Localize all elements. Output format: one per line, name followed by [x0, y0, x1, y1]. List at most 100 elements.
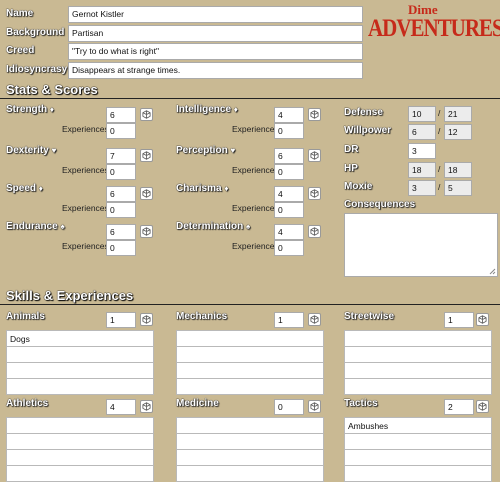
experience-slot[interactable] [176, 330, 324, 347]
creed-field[interactable]: "Try to do what is right" [68, 43, 363, 60]
experience-slot[interactable] [344, 378, 492, 395]
slash: / [438, 108, 441, 118]
endurance-value[interactable]: 6 [106, 224, 136, 240]
experience-slot[interactable] [6, 465, 154, 482]
skill-streetwise-value[interactable]: 1 [444, 312, 474, 328]
intelligence-label: Intelligence ♦ [176, 104, 238, 115]
experience-slot[interactable]: Ambushes [344, 417, 492, 434]
skill-mechanics-value[interactable]: 1 [274, 312, 304, 328]
dexterity-value[interactable]: 7 [106, 148, 136, 164]
moxie-value[interactable]: 3 [408, 180, 436, 196]
skill-athletics-label: Athletics [6, 398, 49, 409]
experience-slot[interactable] [176, 417, 324, 434]
determination-label: Determination ♠ [176, 221, 251, 232]
dice-icon[interactable] [308, 149, 321, 162]
charisma-experiences[interactable]: 0 [274, 202, 304, 218]
willpower-max: 12 [444, 124, 472, 140]
determination-experiences[interactable]: 0 [274, 240, 304, 256]
experience-slot[interactable] [6, 449, 154, 466]
dice-icon[interactable] [308, 225, 321, 238]
idiosyncrasy-field[interactable]: Disappears at strange times. [68, 62, 363, 79]
perception-value[interactable]: 6 [274, 148, 304, 164]
consequences-textarea[interactable] [344, 213, 498, 277]
perception-experiences[interactable]: 0 [274, 164, 304, 180]
defense-value[interactable]: 10 [408, 106, 436, 122]
suit-icon: ♦ [38, 184, 43, 193]
skill-athletics-value[interactable]: 4 [106, 399, 136, 415]
strength-label: Strength ♦ [6, 104, 54, 115]
experience-slot[interactable] [344, 449, 492, 466]
defense-label: Defense [344, 107, 383, 118]
dice-icon[interactable] [140, 149, 153, 162]
background-field[interactable]: Partisan [68, 25, 363, 42]
slash: / [438, 182, 441, 192]
strength-value[interactable]: 6 [106, 107, 136, 123]
charisma-label: Charisma ♦ [176, 183, 229, 194]
skills-heading: Skills & Experiences [6, 288, 134, 303]
skill-athletics-experiences [6, 417, 154, 482]
name-label: Name [6, 8, 34, 19]
experience-slot[interactable] [6, 417, 154, 434]
dice-icon[interactable] [476, 313, 489, 326]
willpower-label: Willpower [344, 125, 392, 136]
experience-slot[interactable] [6, 433, 154, 450]
stats-divider [0, 98, 500, 99]
moxie-max: 5 [444, 180, 472, 196]
dice-icon[interactable] [308, 400, 321, 413]
resize-grip-icon[interactable] [489, 268, 496, 275]
dice-icon[interactable] [308, 313, 321, 326]
defense-max: 21 [444, 106, 472, 122]
experience-slot[interactable] [176, 362, 324, 379]
dice-icon[interactable] [140, 313, 153, 326]
experience-slot[interactable] [176, 346, 324, 363]
intelligence-experiences[interactable]: 0 [274, 123, 304, 139]
dexterity-experiences[interactable]: 0 [106, 164, 136, 180]
experience-slot[interactable] [176, 378, 324, 395]
experience-slot[interactable] [344, 433, 492, 450]
creed-label: Creed [6, 45, 35, 56]
experience-slot[interactable] [176, 449, 324, 466]
hp-value[interactable]: 18 [408, 162, 436, 178]
skill-animals-value[interactable]: 1 [106, 312, 136, 328]
skill-tactics-value[interactable]: 2 [444, 399, 474, 415]
experience-slot[interactable] [344, 362, 492, 379]
speed-label: Speed ♦ [6, 183, 43, 194]
dice-icon[interactable] [140, 225, 153, 238]
experience-slot[interactable]: Dogs [6, 330, 154, 347]
experience-slot[interactable] [176, 433, 324, 450]
name-field[interactable]: Gernot Kistler [68, 6, 363, 23]
hp-max: 18 [444, 162, 472, 178]
skill-streetwise-label: Streetwise [344, 311, 395, 322]
logo: Dime ADVENTURES [368, 2, 500, 46]
willpower-value[interactable]: 6 [408, 124, 436, 140]
strength-experiences[interactable]: 0 [106, 123, 136, 139]
experience-slot[interactable] [6, 346, 154, 363]
stats-heading: Stats & Scores [6, 82, 98, 97]
speed-experiences[interactable]: 0 [106, 202, 136, 218]
strength-experiences-label: Experiences [62, 124, 109, 134]
experience-slot[interactable] [344, 330, 492, 347]
dr-label: DR [344, 144, 359, 155]
endurance-experiences[interactable]: 0 [106, 240, 136, 256]
experience-slot[interactable] [176, 465, 324, 482]
perception-label: Perception ♥ [176, 145, 236, 156]
suit-icon: ♠ [60, 222, 65, 231]
skill-streetwise-experiences [344, 330, 492, 395]
experience-slot[interactable] [6, 378, 154, 395]
dice-icon[interactable] [140, 108, 153, 121]
experience-slot[interactable] [344, 465, 492, 482]
experience-slot[interactable] [6, 362, 154, 379]
experience-slot[interactable] [344, 346, 492, 363]
skill-medicine-label: Medicine [176, 398, 219, 409]
dice-icon[interactable] [308, 108, 321, 121]
intelligence-value[interactable]: 4 [274, 107, 304, 123]
dr-value[interactable]: 3 [408, 143, 436, 159]
dice-icon[interactable] [308, 187, 321, 200]
dice-icon[interactable] [140, 400, 153, 413]
dice-icon[interactable] [140, 187, 153, 200]
skill-medicine-value[interactable]: 0 [274, 399, 304, 415]
dice-icon[interactable] [476, 400, 489, 413]
charisma-value[interactable]: 4 [274, 186, 304, 202]
speed-value[interactable]: 6 [106, 186, 136, 202]
determination-value[interactable]: 4 [274, 224, 304, 240]
